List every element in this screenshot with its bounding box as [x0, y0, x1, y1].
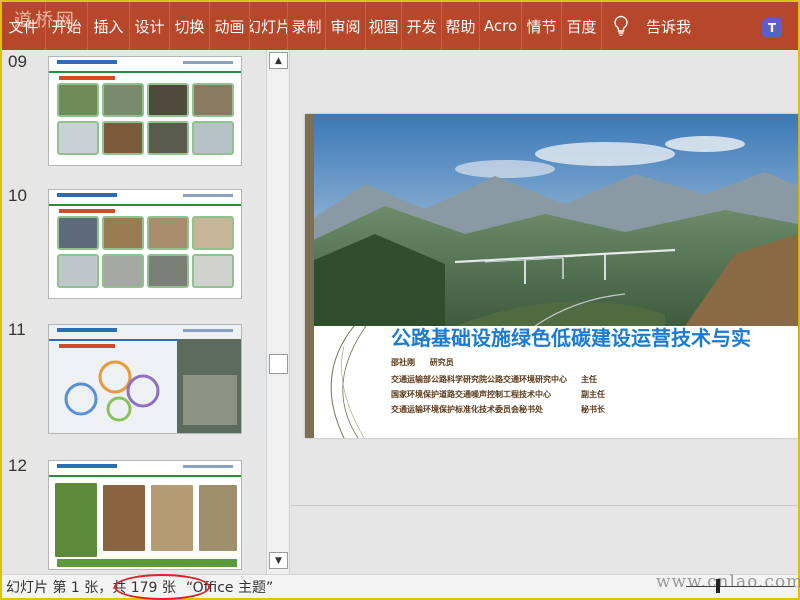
scroll-up-arrow-icon[interactable]: ▲ [269, 52, 288, 69]
zoom-slider-thumb[interactable] [716, 579, 720, 593]
tab-help[interactable]: 帮助 [442, 1, 480, 51]
lightbulb-icon[interactable] [602, 1, 640, 51]
affiliation-org: 交通运输环境保护标准化技术委员会秘书处 [391, 405, 543, 414]
tab-animations[interactable]: 动画 [210, 1, 250, 51]
scrollbar-thumb[interactable] [269, 354, 288, 374]
affiliation-role: 主任 [581, 375, 597, 384]
zoom-slider-track[interactable] [686, 586, 794, 587]
slide-accent-strip [305, 114, 314, 438]
tab-home[interactable]: 开始 [46, 1, 88, 51]
presenter-title: 研究员 [429, 358, 454, 367]
tell-me-search[interactable]: 告诉我 [640, 16, 699, 37]
mountain-bridge-photo [305, 114, 798, 326]
affiliation-row: 交通运输部公路科学研究院公路交通环境研究中心 主任 [391, 374, 597, 385]
thumbnail-number: 12 [8, 456, 27, 475]
affiliation-org: 交通运输部公路科学研究院公路交通环境研究中心 [391, 375, 567, 384]
tab-record[interactable]: 录制 [288, 1, 326, 51]
slide-thumbnail-10[interactable] [48, 189, 242, 299]
affiliation-row: 国家环境保护道路交通噪声控制工程技术中心 副主任 [391, 389, 605, 400]
notes-pane-divider[interactable] [291, 505, 798, 506]
ribbon-tab-bar: 文件 开始 插入 设计 切换 动画 幻灯片 录制 审阅 视图 开发 帮助 Acr… [0, 0, 800, 51]
highlight-annotation-circle [114, 574, 210, 600]
slide-thumbnail-12[interactable] [48, 460, 242, 570]
affiliation-role: 秘书长 [581, 405, 605, 414]
tab-slideshow[interactable]: 幻灯片 [250, 1, 288, 51]
presenter-line: 邵社刚 研究员 [391, 357, 454, 368]
thumbnail-number: 09 [8, 52, 27, 71]
affiliation-role: 副主任 [581, 390, 605, 399]
slide-thumbnail-pane[interactable]: 09 10 11 12 [2, 50, 266, 574]
scroll-down-arrow-icon[interactable]: ▼ [269, 552, 288, 569]
decorative-curves [330, 326, 367, 438]
affiliation-row: 交通运输环境保护标准化技术委员会秘书处 秘书长 [391, 404, 605, 415]
tab-baidu[interactable]: 百度 [562, 1, 602, 51]
tab-storyline[interactable]: 情节 [522, 1, 562, 51]
thumbnail-number: 10 [8, 186, 27, 205]
affiliation-org: 国家环境保护道路交通噪声控制工程技术中心 [391, 390, 551, 399]
tab-transitions[interactable]: 切换 [170, 1, 210, 51]
slide-thumbnail-09[interactable] [48, 56, 242, 166]
current-slide[interactable]: 公路基础设施绿色低碳建设运营技术与实 邵社刚 研究员 交通运输部公路科学研究院公… [305, 114, 798, 438]
slide-thumbnail-11[interactable] [48, 324, 242, 434]
tab-design[interactable]: 设计 [130, 1, 170, 51]
tab-view[interactable]: 视图 [366, 1, 402, 51]
slide-title: 公路基础设施绿色低碳建设运营技术与实 [391, 326, 751, 350]
presenter-name: 邵社刚 [391, 358, 415, 367]
site-url-watermark: www.cnlao.com [656, 572, 800, 592]
teams-icon[interactable]: T [762, 18, 782, 38]
thumbnail-scrollbar[interactable]: ▲ ▼ [266, 50, 290, 574]
tab-file[interactable]: 文件 [2, 1, 46, 51]
tab-acrobat[interactable]: Acro [480, 1, 522, 51]
tab-developer[interactable]: 开发 [402, 1, 442, 51]
thumbnail-number: 11 [8, 320, 26, 339]
tab-insert[interactable]: 插入 [88, 1, 130, 51]
tab-review[interactable]: 审阅 [326, 1, 366, 51]
